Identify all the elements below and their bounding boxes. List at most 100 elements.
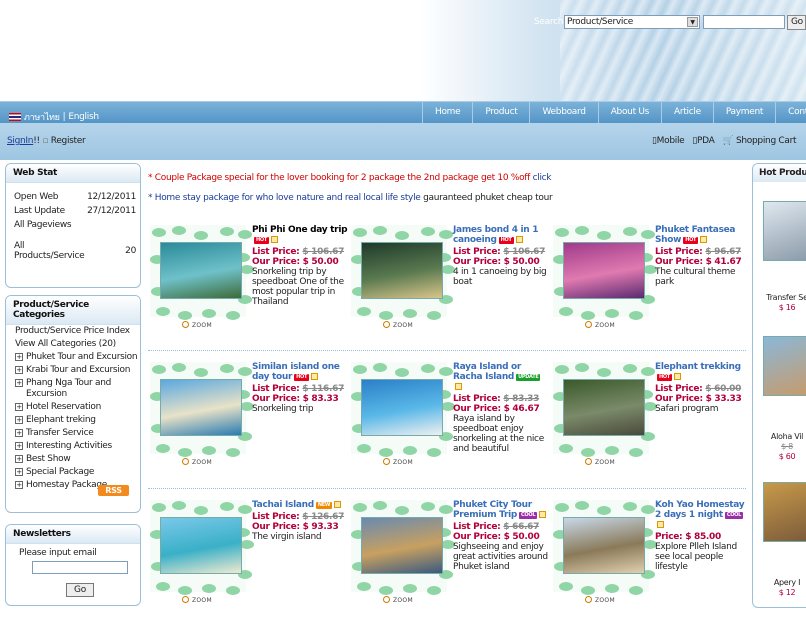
shopping-cart-link[interactable]: 🛒 Shopping Cart [723, 136, 797, 146]
category-item[interactable]: + Krabi Tour and Excursion [6, 364, 140, 377]
promo-click-link[interactable]: click [533, 173, 552, 183]
leaf-decoration [555, 365, 569, 374]
category-item[interactable]: + Phang Nga Tour and Excursion [6, 377, 140, 401]
product-image-frame [351, 362, 455, 457]
add-to-cart-icon[interactable] [539, 511, 547, 518]
nav-contact-us[interactable]: Contact Us [775, 102, 806, 123]
thai-flag-icon[interactable] [9, 113, 21, 121]
leaf-decoration [373, 363, 387, 372]
expand-icon[interactable]: + [15, 442, 23, 450]
mobile-link[interactable]: ▯Mobile [652, 136, 685, 146]
rss-button[interactable]: RSS [98, 485, 129, 496]
product-title[interactable]: Phi Phi One day trip [252, 225, 348, 235]
category-item[interactable]: + Hotel Reservation [6, 401, 140, 414]
promo-homestay[interactable]: * Home stay package for who love nature … [148, 193, 553, 203]
search-input[interactable] [703, 15, 785, 29]
our-price-label: Our Price: [453, 532, 501, 542]
product-image[interactable] [160, 517, 242, 574]
add-to-cart-icon[interactable] [270, 236, 278, 243]
search-go-button[interactable]: Go [787, 15, 806, 30]
add-to-cart-icon[interactable] [657, 521, 664, 528]
expand-icon[interactable]: + [15, 455, 23, 463]
product-badge: HOT [498, 237, 514, 244]
expand-icon[interactable]: + [15, 379, 23, 387]
category-item[interactable]: + Elephant treking [6, 414, 140, 427]
expand-icon[interactable]: + [15, 403, 23, 411]
add-to-cart-icon[interactable] [311, 373, 319, 380]
product-image[interactable] [160, 379, 242, 436]
hot-product-image[interactable] [763, 201, 806, 261]
leaf-decoration [439, 230, 453, 239]
add-to-cart-icon[interactable] [673, 373, 681, 380]
newsletter-go-button[interactable]: Go [66, 583, 94, 597]
category-item[interactable]: + Best Show [6, 453, 140, 466]
product-list-price: $ 106.67 [302, 247, 345, 257]
leaf-decoration [238, 505, 252, 514]
pda-link[interactable]: ▯PDA [692, 136, 714, 146]
zoom-link[interactable]: ZOOM [585, 321, 615, 329]
nav-webboard[interactable]: Webboard [529, 102, 597, 123]
product-image[interactable] [160, 242, 242, 299]
expand-icon[interactable]: + [15, 468, 23, 476]
leaf-decoration [597, 368, 611, 377]
leaf-decoration [202, 584, 216, 593]
newsletter-email-input[interactable] [32, 561, 128, 574]
add-to-cart-icon[interactable] [700, 236, 708, 243]
product-list-price: $ 126.67 [302, 512, 345, 522]
hot-product-name[interactable]: Aloha Vil [757, 432, 806, 441]
zoom-link[interactable]: ZOOM [585, 596, 615, 604]
zoom-link[interactable]: ZOOM [383, 321, 413, 329]
nav-home[interactable]: Home [422, 102, 472, 123]
category-item[interactable]: + Transfer Service [6, 427, 140, 440]
hot-product-name[interactable]: Apery I [757, 578, 806, 587]
product-title[interactable]: James bond 4 in 1 canoeing [453, 225, 538, 245]
leaf-decoration [581, 448, 595, 457]
lang-thai-link[interactable]: ภาษาไทย [24, 110, 60, 124]
category-item[interactable]: + Interesting Activities [6, 440, 140, 453]
nav-product[interactable]: Product [472, 102, 529, 123]
lang-english-link[interactable]: English [68, 112, 99, 122]
zoom-link[interactable]: ZOOM [182, 321, 212, 329]
expand-icon[interactable]: + [15, 429, 23, 437]
product-image[interactable] [361, 379, 443, 436]
search-category-select[interactable]: Product/Service ▼ [564, 15, 700, 29]
add-to-cart-icon[interactable] [515, 236, 523, 243]
add-to-cart-icon[interactable] [455, 383, 462, 390]
leaf-decoration [152, 503, 166, 512]
category-item[interactable]: + Phuket Tour and Excursion [6, 351, 140, 364]
expand-icon[interactable]: + [15, 353, 23, 361]
zoom-link[interactable]: ZOOM [182, 596, 212, 604]
zoom-link[interactable]: ZOOM [585, 458, 615, 466]
add-to-cart-icon[interactable] [334, 501, 342, 508]
product-title[interactable]: Elephant trekking [655, 362, 741, 372]
product-title[interactable]: Raya Island or Racha Island [453, 362, 521, 382]
zoom-link[interactable]: ZOOM [182, 458, 212, 466]
zoom-link[interactable]: ZOOM [383, 458, 413, 466]
nav-about-us[interactable]: About Us [597, 102, 661, 123]
signin-link[interactable]: SignIn [7, 136, 34, 146]
product-title[interactable]: Tachai Island [252, 500, 314, 510]
product-image[interactable] [563, 379, 645, 436]
expand-icon[interactable]: + [15, 366, 23, 374]
view-all-categories-link[interactable]: View All Categories (20) [6, 338, 140, 351]
expand-icon[interactable]: + [15, 416, 23, 424]
nav-payment[interactable]: Payment [712, 102, 775, 123]
nav-article[interactable]: Article [661, 102, 713, 123]
chevron-down-icon[interactable]: ▼ [687, 17, 698, 27]
hot-product-name[interactable]: Transfer Se [757, 293, 806, 302]
hot-product-image[interactable] [763, 482, 806, 542]
category-label: Transfer Service [26, 428, 94, 438]
register-link[interactable]: Register [51, 136, 86, 146]
category-item[interactable]: + Special Package [6, 466, 140, 479]
hot-product-image[interactable] [763, 336, 806, 396]
zoom-link[interactable]: ZOOM [383, 596, 413, 604]
product-image[interactable] [361, 242, 443, 299]
leaf-decoration [629, 586, 643, 595]
product-image[interactable] [361, 517, 443, 574]
product-image[interactable] [563, 517, 645, 574]
product-image[interactable] [563, 242, 645, 299]
signin-suffix: !! [33, 136, 40, 146]
price-index-link[interactable]: Product/Service Price Index [6, 325, 140, 338]
expand-icon[interactable]: + [15, 481, 23, 489]
hot-product-price: $ 12 [778, 588, 796, 597]
